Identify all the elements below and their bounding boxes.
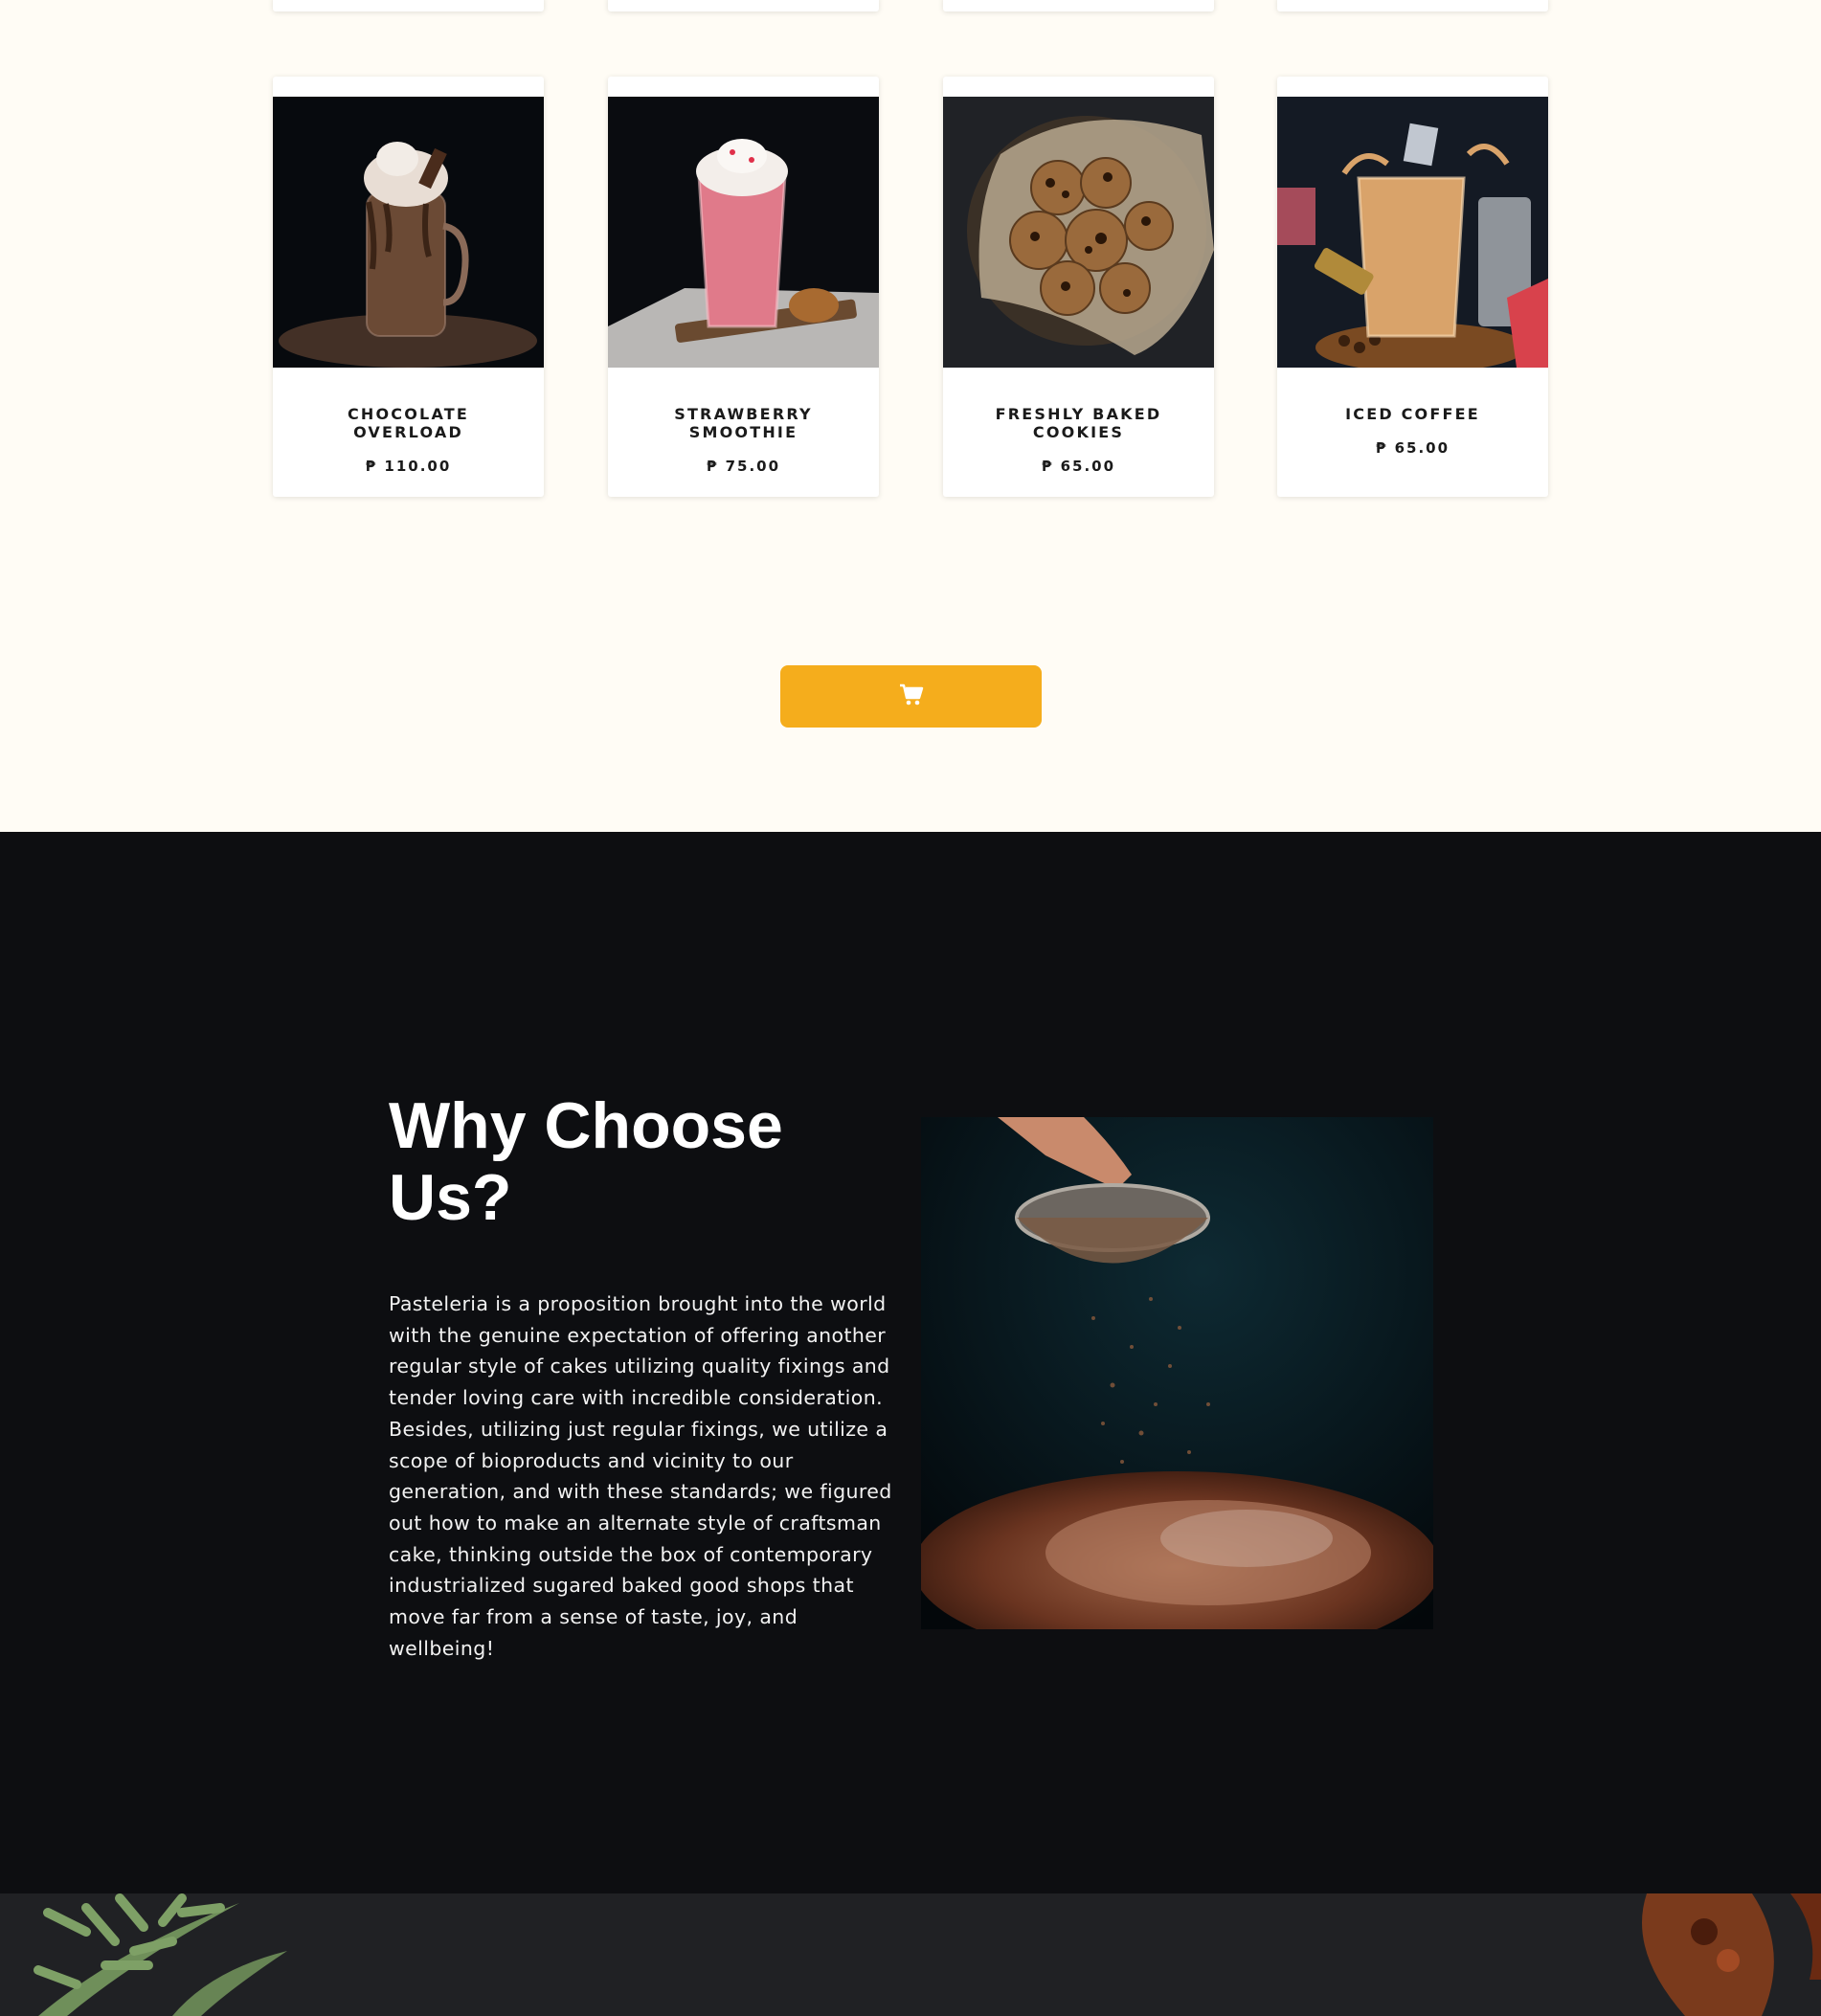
product-price: ₱ 75.00 [706, 458, 781, 475]
section-title: Why Choose Us? [389, 1089, 783, 1234]
product-price: ₱ 110.00 [365, 458, 452, 475]
product-card-iced-coffee[interactable]: ICED COFFEE ₱ 65.00 [1277, 77, 1548, 497]
product-name: CHOCOLATE OVERLOAD [347, 405, 470, 441]
product-name: FRESHLY BAKED COOKIES [995, 405, 1162, 441]
cocoa-sifting-photo [921, 1117, 1433, 1629]
shopping-cart-icon [899, 683, 924, 710]
cookies-photo [943, 97, 1214, 368]
product-card-chocolate-overload[interactable]: CHOCOLATE OVERLOAD ₱ 110.00 [273, 77, 544, 497]
product-card-previous[interactable] [943, 0, 1214, 11]
product-price: ₱ 65.00 [1041, 458, 1116, 475]
section-body: Pasteleria is a proposition brought into… [389, 1292, 892, 1660]
strawberry-smoothie-photo [608, 97, 879, 368]
view-cart-button[interactable] [780, 665, 1042, 728]
product-card-strawberry-smoothie[interactable]: STRAWBERRY SMOOTHIE ₱ 75.00 [608, 77, 879, 497]
product-card-freshly-baked-cookies[interactable]: FRESHLY BAKED COOKIES ₱ 65.00 [943, 77, 1214, 497]
product-name: ICED COFFEE [1345, 405, 1480, 423]
product-name: STRAWBERRY SMOOTHIE [674, 405, 813, 441]
footer-background [0, 1893, 1821, 2016]
chocolate-shake-photo [273, 97, 544, 368]
product-price: ₱ 65.00 [1375, 439, 1450, 457]
product-card-previous[interactable] [273, 0, 544, 11]
iced-coffee-photo [1277, 97, 1548, 368]
product-card-previous[interactable] [608, 0, 879, 11]
why-choose-us-section: Why Choose Us? Pasteleria is a propositi… [0, 832, 1821, 1893]
product-card-previous[interactable] [1277, 0, 1548, 11]
